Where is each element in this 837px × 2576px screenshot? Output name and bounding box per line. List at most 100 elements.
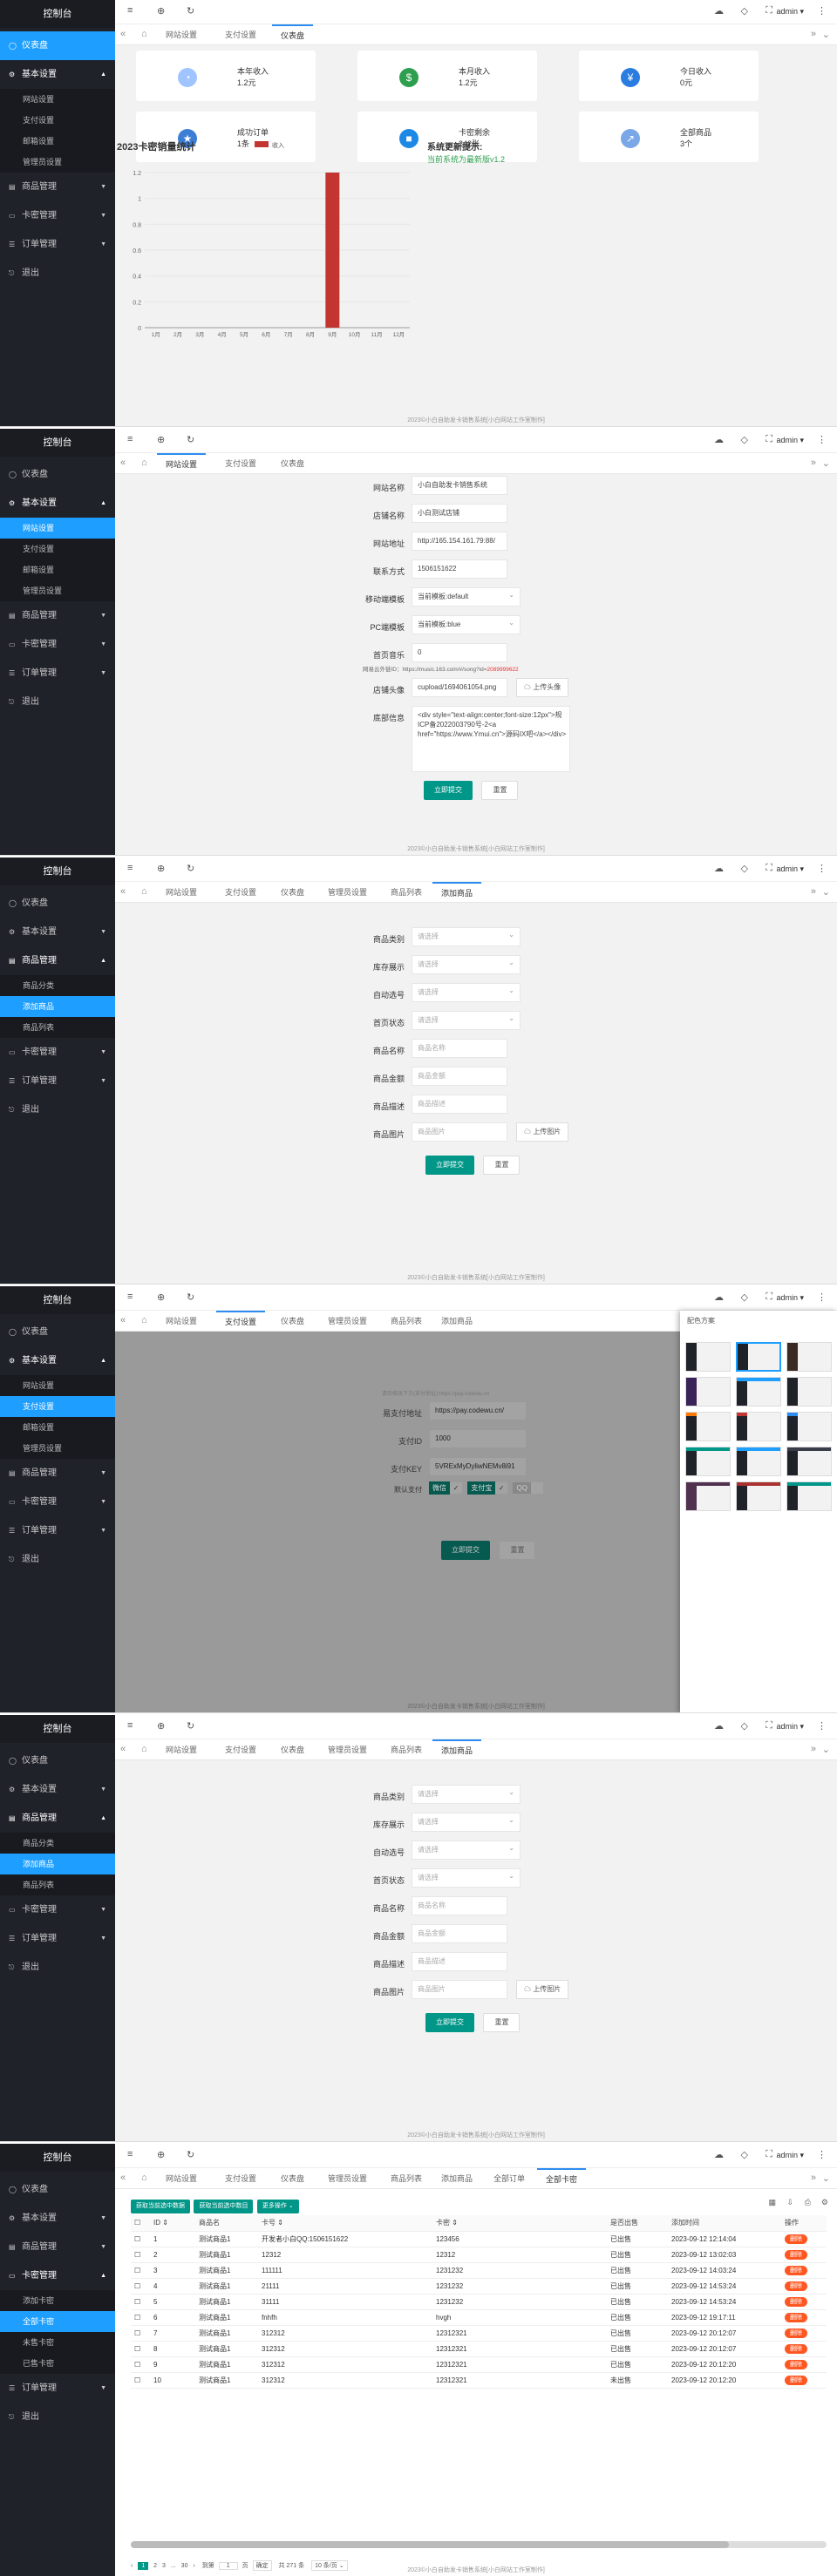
category-select[interactable]: 请选择 xyxy=(412,1785,521,1804)
tab-prev-icon[interactable]: « xyxy=(120,29,126,39)
tab-add-goods[interactable]: 添加商品 xyxy=(432,1311,481,1332)
delete-button[interactable]: 删除 xyxy=(785,2359,807,2369)
reset-button[interactable]: 重置 xyxy=(499,1541,536,1560)
row-checkbox[interactable]: ☐ xyxy=(131,2247,150,2263)
goods-image-input[interactable]: 商品图片 xyxy=(412,1122,507,1142)
theme-swatch[interactable] xyxy=(786,1447,832,1476)
nav-sub-add-goods[interactable]: 添加商品 xyxy=(0,996,115,1017)
tag-icon[interactable]: ◇ xyxy=(741,5,748,17)
nav-card[interactable]: ▭ 卡密管理 ▼ xyxy=(0,630,115,659)
cloud-icon[interactable]: ☁ xyxy=(714,863,724,874)
stock-display-select[interactable]: 请选择 xyxy=(412,955,521,974)
nav-goods[interactable]: ▤ 商品管理 ▼ xyxy=(0,173,115,201)
theme-swatch[interactable] xyxy=(786,1412,832,1441)
globe-icon[interactable]: ⊕ xyxy=(157,1720,165,1732)
scrollbar-thumb[interactable] xyxy=(131,2541,730,2548)
more-icon[interactable]: ⋮ xyxy=(817,1291,827,1303)
refresh-icon[interactable]: ↻ xyxy=(187,434,194,445)
nav-sub-admin[interactable]: 管理员设置 xyxy=(0,580,115,601)
menu-toggle-icon[interactable]: ≡ xyxy=(127,434,133,444)
theme-swatch[interactable] xyxy=(685,1412,731,1441)
tag-icon[interactable]: ◇ xyxy=(741,863,748,874)
chevron-down-icon[interactable]: ⌄ xyxy=(822,2173,830,2184)
nav-logout[interactable]: ⎋ 退出 xyxy=(0,688,115,716)
globe-icon[interactable]: ⊕ xyxy=(157,434,165,445)
tab-next-icon[interactable]: » xyxy=(811,2173,816,2183)
tab-dashboard[interactable]: 仪表盘 xyxy=(272,2168,313,2189)
nav-order[interactable]: ☰ 订单管理 ▼ xyxy=(0,2374,115,2403)
tab-dashboard[interactable]: 仪表盘 xyxy=(272,1311,313,1332)
nav-logout[interactable]: ⎋ 退出 xyxy=(0,1953,115,1982)
fullscreen-icon[interactable]: ⛶ xyxy=(766,5,772,17)
stock-display-select[interactable]: 请选择 xyxy=(412,1813,521,1832)
chevron-down-icon[interactable]: ⌄ xyxy=(822,886,830,898)
theme-swatch[interactable] xyxy=(685,1481,731,1511)
tab-site[interactable]: 网站设置 xyxy=(157,1739,206,1760)
tab-prev-icon[interactable]: « xyxy=(120,2173,126,2183)
contact-input[interactable]: 1506151622 xyxy=(412,559,507,579)
nav-sub-goods-list[interactable]: 商品列表 xyxy=(0,1874,115,1895)
tab-goods-list[interactable]: 商品列表 xyxy=(382,1311,431,1332)
get-selected-data-button[interactable]: 获取当前选中数据 xyxy=(131,2200,190,2213)
tab-add-goods[interactable]: 添加商品 xyxy=(432,1739,482,1760)
menu-toggle-icon[interactable]: ≡ xyxy=(127,5,133,16)
goods-desc-input[interactable]: 商品描述 xyxy=(412,1952,507,1971)
cloud-icon[interactable]: ☁ xyxy=(714,434,724,445)
more-icon[interactable]: ⋮ xyxy=(817,863,827,874)
nav-logout[interactable]: ⎋ 退出 xyxy=(0,1545,115,1574)
goods-name-input[interactable]: 商品名称 xyxy=(412,1039,507,1058)
reset-button[interactable]: 重置 xyxy=(481,781,519,800)
tab-prev-icon[interactable]: « xyxy=(120,458,126,468)
tag-icon[interactable]: ◇ xyxy=(741,1291,748,1303)
refresh-icon[interactable]: ↻ xyxy=(187,1720,194,1732)
footer-info-textarea[interactable]: <div style="text-align:center;font-size:… xyxy=(412,706,570,772)
col-id[interactable]: ID ⇕ xyxy=(150,2215,195,2232)
refresh-icon[interactable]: ↻ xyxy=(187,2149,194,2160)
row-checkbox[interactable]: ☐ xyxy=(131,2294,150,2310)
shop-name-input[interactable]: 小白测试店铺 xyxy=(412,504,507,523)
goods-name-input[interactable]: 商品名称 xyxy=(412,1896,507,1915)
globe-icon[interactable]: ⊕ xyxy=(157,2149,165,2160)
tab-dashboard[interactable]: 仪表盘 xyxy=(272,453,313,474)
fullscreen-icon[interactable]: ⛶ xyxy=(766,1291,772,1303)
delete-button[interactable]: 删除 xyxy=(785,2265,807,2275)
home-icon[interactable]: ⌂ xyxy=(141,29,147,39)
more-icon[interactable]: ⋮ xyxy=(817,434,827,445)
refresh-icon[interactable]: ↻ xyxy=(187,1291,194,1303)
home-icon[interactable]: ⌂ xyxy=(141,886,147,897)
fullscreen-icon[interactable]: ⛶ xyxy=(766,863,772,874)
nav-logout[interactable]: ⎋ 退出 xyxy=(0,1095,115,1124)
category-select[interactable]: 请选择 xyxy=(412,927,521,946)
user-menu[interactable]: admin ▾ xyxy=(776,1722,804,1732)
nav-card[interactable]: ▭ 卡密管理 ▲ xyxy=(0,2261,115,2290)
get-selected-count-button[interactable]: 获取当前选中数目 xyxy=(194,2200,254,2213)
tab-next-icon[interactable]: » xyxy=(811,29,816,39)
tab-next-icon[interactable]: » xyxy=(811,458,816,468)
cloud-icon[interactable]: ☁ xyxy=(714,1720,724,1732)
tab-all-cards[interactable]: 全部卡密 xyxy=(537,2168,587,2189)
menu-toggle-icon[interactable]: ≡ xyxy=(127,2149,133,2159)
nav-sub-site[interactable]: 网站设置 xyxy=(0,1375,115,1396)
more-actions-button[interactable]: 更多操作 ⌄ xyxy=(256,2200,299,2213)
nav-dashboard[interactable]: ◯ 仪表盘 xyxy=(0,2175,115,2204)
submit-button[interactable]: 立即提交 xyxy=(424,781,473,800)
cloud-icon[interactable]: ☁ xyxy=(714,2149,724,2160)
tab-goods-list[interactable]: 商品列表 xyxy=(382,1739,431,1760)
goods-desc-input[interactable]: 商品描述 xyxy=(412,1095,507,1114)
reset-button[interactable]: 重置 xyxy=(483,1156,521,1175)
goods-price-input[interactable]: 商品金额 xyxy=(412,1924,507,1943)
delete-button[interactable]: 删除 xyxy=(785,2234,807,2244)
pay-id-input[interactable]: 1000 xyxy=(429,1429,527,1448)
nav-sub-pay[interactable]: 支付设置 xyxy=(0,110,115,131)
user-menu[interactable]: admin ▾ xyxy=(776,2151,804,2160)
tab-admin[interactable]: 管理员设置 xyxy=(319,2168,376,2189)
tab-site[interactable]: 网站设置 xyxy=(157,453,207,474)
auto-pick-select[interactable]: 请选择 xyxy=(412,1840,521,1860)
nav-basic[interactable]: ⚙ 基本设置 ▲ xyxy=(0,489,115,518)
nav-dashboard[interactable]: ◯ 仪表盘 xyxy=(0,460,115,489)
nav-sub-mail[interactable]: 邮箱设置 xyxy=(0,131,115,152)
nav-goods[interactable]: ▤ 商品管理 ▲ xyxy=(0,1804,115,1833)
nav-sub-goods-list[interactable]: 商品列表 xyxy=(0,1017,115,1038)
nav-card[interactable]: ▭ 卡密管理 ▼ xyxy=(0,1488,115,1516)
tab-next-icon[interactable]: » xyxy=(811,1744,816,1754)
